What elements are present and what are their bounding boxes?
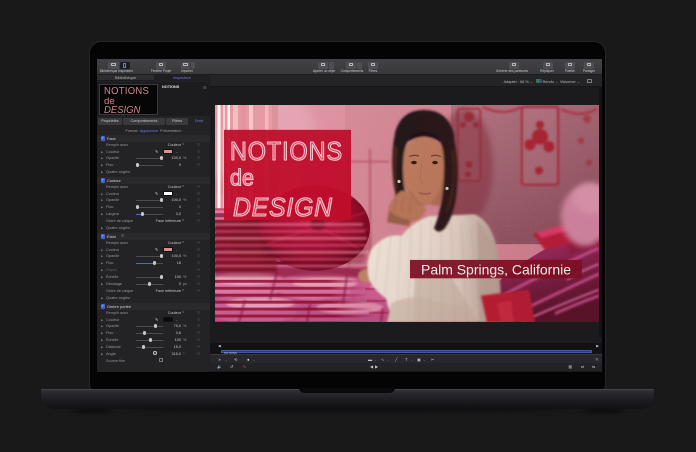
svg-text:de: de <box>230 164 254 190</box>
svg-text:NOTIONS: NOTIONS <box>230 138 343 166</box>
svg-text:DESIGN: DESIGN <box>233 194 333 222</box>
svg-text:Palm Springs, Californie: Palm Springs, Californie <box>421 261 571 277</box>
